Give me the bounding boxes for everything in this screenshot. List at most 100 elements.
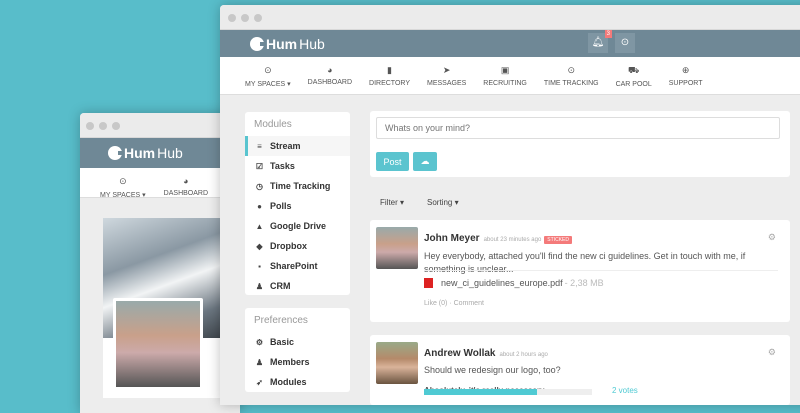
filter-dropdown[interactable]: Filter ▾: [380, 198, 404, 207]
back-window: Hum Hub ⊙ MY SPACES ▾ ◕ DASHBOARD: [80, 113, 240, 413]
post-time[interactable]: about 23 minutes ago: [484, 237, 542, 243]
nav-dashboard[interactable]: ◕ DASHBOARD: [308, 57, 352, 94]
post-button[interactable]: Post: [376, 152, 409, 171]
nav-my-spaces[interactable]: ⊙ MY SPACES ▾: [245, 57, 291, 94]
profile-avatar[interactable]: [113, 298, 203, 390]
book-icon: ▮: [387, 65, 392, 75]
car-icon: ⛟: [628, 65, 640, 75]
dashboard-icon: ◕: [327, 65, 333, 75]
nav-support[interactable]: ⊕ SUPPORT: [669, 57, 703, 94]
author-name[interactable]: Andrew Wollak: [424, 348, 496, 359]
gears-icon[interactable]: ⚙: [768, 232, 776, 243]
comment-link[interactable]: · Comment: [449, 300, 484, 307]
stream-post: John Meyer about 23 minutes ago STICKED He…: [370, 220, 790, 322]
author-avatar[interactable]: [376, 227, 418, 269]
preferences-heading: Preferences: [254, 315, 308, 326]
poll-icon: ●: [257, 201, 262, 211]
title-bar: [80, 113, 240, 138]
pdf-file-icon: [424, 278, 433, 288]
nav-my-spaces[interactable]: ⊙ MY SPACES ▾: [100, 168, 146, 199]
list-icon: ≡: [257, 141, 262, 151]
like-link[interactable]: Like (0): [424, 300, 447, 307]
title-bar: [220, 5, 800, 30]
menu-item-label: Time Tracking: [270, 181, 331, 191]
target-icon: ⊙: [264, 65, 272, 75]
users-icon: ♟: [255, 357, 264, 367]
poll-progress-fill: [424, 389, 537, 395]
lifebuoy-icon: ⊕: [681, 65, 690, 75]
menu-item-dropbox[interactable]: ◆ Dropbox: [245, 236, 350, 256]
file-link[interactable]: new_ci_guidelines_europe.pdf: [441, 278, 563, 288]
header: Hum Hub 🔔︎ 3 ⊙: [220, 30, 800, 57]
notifications-button[interactable]: 🔔︎ 3: [588, 30, 612, 53]
file-size: - 2,38 MB: [564, 278, 604, 288]
modules-heading: Modules: [254, 119, 292, 130]
nav-directory[interactable]: ▮ DIRECTORY: [369, 57, 410, 94]
author-avatar[interactable]: [376, 342, 418, 384]
menu-item-label: CRM: [270, 281, 291, 291]
poll-progress: [424, 389, 592, 395]
modules-panel: Modules ≡ Stream ☑ Tasks ◷ Time Tracking ● Poll…: [245, 112, 350, 295]
divider: [424, 270, 778, 271]
target-icon: ⊙: [119, 176, 127, 186]
gears-icon[interactable]: ⚙: [768, 347, 776, 358]
menu-item-basic[interactable]: ⚙ Basic: [245, 332, 350, 352]
menu-item-polls[interactable]: ● Polls: [245, 196, 350, 216]
menu-item-sharepoint[interactable]: ▪ SharePoint: [245, 256, 350, 276]
header: Hum Hub: [80, 138, 240, 168]
post-text: Hey everybody, attached you'll find the …: [424, 251, 746, 274]
menu-item-google-drive[interactable]: ▲ Google Drive: [245, 216, 350, 236]
stream-post: Andrew Wollak about 2 hours ago Should we…: [370, 335, 790, 405]
menu-item-label: Stream: [270, 141, 301, 151]
gears-icon: ⚙: [255, 337, 264, 347]
user-icon: ♟: [255, 281, 264, 291]
dropbox-icon: ◆: [256, 241, 263, 251]
author-name[interactable]: John Meyer: [424, 233, 480, 244]
sorting-dropdown[interactable]: Sorting ▾: [427, 198, 459, 207]
menu-item-label: Members: [270, 357, 310, 367]
rocket-icon: ➶: [256, 377, 263, 387]
menu-item-time-tracking[interactable]: ◷ Time Tracking: [245, 176, 350, 196]
menu-item-members[interactable]: ♟ Members: [245, 352, 350, 372]
logo[interactable]: Hum Hub: [250, 36, 325, 52]
menu-item-stream[interactable]: ≡ Stream: [245, 136, 350, 156]
paper-plane-icon: ➤: [442, 65, 451, 75]
menu-item-label: Basic: [270, 337, 295, 347]
google-drive-icon: ▲: [255, 221, 264, 231]
nav-car-pool[interactable]: ⛟ CAR POOL: [616, 57, 652, 94]
nav-messages[interactable]: ➤ MESSAGES: [427, 57, 466, 94]
sharepoint-icon: ▪: [258, 261, 261, 271]
bell-icon: 🔔︎: [591, 37, 605, 48]
check-square-icon: ☑: [255, 161, 264, 171]
main-nav: ⊙ MY SPACES ▾ ◕ DASHBOARD: [80, 168, 240, 199]
clock-icon: ⊙: [620, 37, 630, 48]
nav-recruiting[interactable]: ▣ RECRUITING: [483, 57, 527, 94]
notification-badge: 3: [604, 30, 612, 38]
menu-item-modules[interactable]: ➶ Modules: [245, 372, 350, 392]
menu-item-label: SharePoint: [270, 261, 318, 271]
clock-icon: ⊙: [567, 65, 575, 75]
menu-item-crm[interactable]: ♟ CRM: [245, 276, 350, 296]
linkedin-icon: ▣: [500, 65, 510, 75]
logo[interactable]: Hum Hub: [108, 145, 183, 161]
post-text: Should we redesign our logo, too?: [424, 365, 561, 375]
post-time[interactable]: about 2 hours ago: [500, 352, 548, 358]
menu-item-label: Google Drive: [270, 221, 327, 231]
clock-icon: ◷: [256, 181, 263, 191]
menu-item-label: Tasks: [270, 161, 295, 171]
profile-card: [103, 218, 223, 398]
main-nav: ⊙ MY SPACES ▾ ◕ DASHBOARD ▮ DIRECTORY ➤ MESS…: [220, 57, 800, 95]
cloud-upload-icon: ☁: [420, 156, 430, 166]
sticked-badge: STICKED: [544, 236, 572, 244]
post-input[interactable]: [376, 117, 780, 139]
nav-time-tracking[interactable]: ⊙ TIME TRACKING: [544, 57, 599, 94]
activity-button[interactable]: ⊙: [615, 33, 635, 53]
preferences-panel: Preferences ⚙ Basic ♟ Members ➶ Modules: [245, 308, 350, 392]
menu-item-label: Modules: [270, 377, 307, 387]
menu-item-tasks[interactable]: ☑ Tasks: [245, 156, 350, 176]
poll-votes[interactable]: 2 votes: [612, 386, 638, 395]
nav-dashboard[interactable]: ◕ DASHBOARD: [164, 168, 208, 197]
upload-button[interactable]: ☁: [413, 152, 437, 171]
dashboard-icon: ◕: [183, 176, 189, 186]
menu-item-label: Polls: [270, 201, 292, 211]
